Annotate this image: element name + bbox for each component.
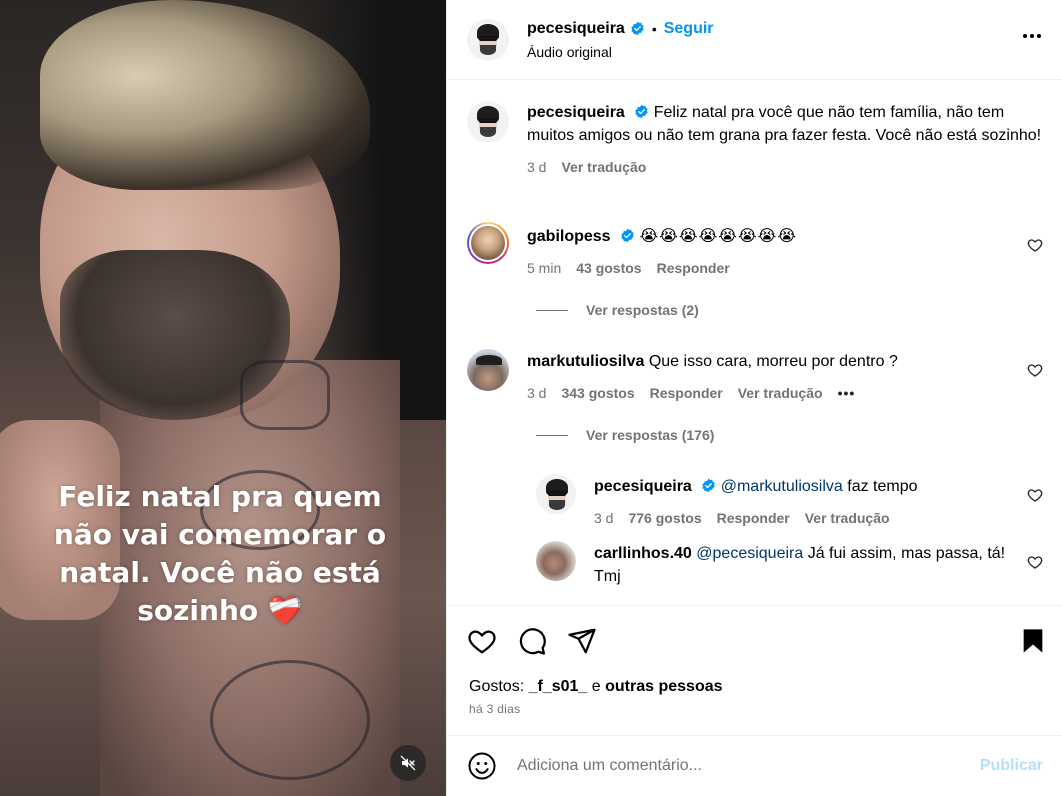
media-tattoo — [210, 660, 370, 780]
post-caption: pecesiqueira Feliz natal pra você que nã… — [467, 101, 1047, 179]
like-heart-icon[interactable] — [467, 626, 497, 656]
media-overlay-text: Feliz natal pra quem não vai comemorar o… — [40, 478, 400, 630]
reply-text: faz tempo — [847, 478, 918, 495]
avatar[interactable] — [467, 222, 509, 264]
mention-link[interactable]: @markutuliosilva — [721, 478, 843, 495]
like-heart-icon[interactable] — [1027, 487, 1043, 503]
more-options-icon[interactable] — [1018, 26, 1046, 46]
comment-item: gabilopess 😭😭😭😭😭😭😭😭 5 min 43 gostos Resp… — [467, 222, 1047, 280]
overlay-line: sozinho ❤️‍🩹 — [137, 594, 303, 627]
post-date[interactable]: há 3 dias — [469, 702, 520, 716]
comment-text: 😭😭😭😭😭😭😭😭 — [639, 228, 798, 245]
speaker-muted-icon — [400, 755, 416, 771]
separator-dot: • — [651, 20, 657, 37]
reply-username[interactable]: carllinhos.40 — [594, 545, 692, 562]
comment-more-icon[interactable]: ••• — [838, 382, 856, 405]
reply-username[interactable]: pecesiqueira — [594, 478, 692, 495]
comments-list[interactable]: pecesiqueira Feliz natal pra você que nã… — [447, 81, 1062, 605]
comment-time[interactable]: 3 d — [527, 382, 546, 405]
post-panel: pecesiqueira • Seguir Áudio original pec… — [446, 0, 1062, 796]
avatar[interactable] — [467, 101, 509, 143]
view-replies-button[interactable]: Ver respostas (176) — [536, 427, 714, 443]
share-send-icon[interactable] — [567, 626, 597, 656]
caption-username[interactable]: pecesiqueira — [527, 104, 625, 121]
bookmark-saved-icon[interactable] — [1019, 626, 1047, 656]
like-heart-icon[interactable] — [1027, 554, 1043, 570]
comment-bubble-icon[interactable] — [517, 626, 547, 656]
post-header: pecesiqueira • Seguir Áudio original — [447, 0, 1062, 80]
follow-button[interactable]: Seguir — [664, 20, 714, 38]
reply-button[interactable]: Responder — [717, 507, 790, 530]
add-comment-bar: Publicar — [447, 735, 1062, 796]
verified-badge-icon — [631, 21, 644, 36]
overlay-line: não vai comemorar o — [53, 518, 387, 551]
comment-username[interactable]: gabilopess — [527, 228, 611, 245]
comment-text: Que isso cara, morreu por dentro ? — [648, 353, 898, 370]
header-username[interactable]: pecesiqueira — [527, 20, 625, 38]
avatar[interactable] — [467, 349, 509, 391]
emoji-icon[interactable] — [467, 751, 497, 781]
like-heart-icon[interactable] — [1027, 362, 1043, 378]
likes-conj: e — [591, 678, 601, 695]
comment-item: markutuliosilva Que isso cara, morreu po… — [467, 349, 1047, 405]
verified-badge-icon — [635, 104, 648, 119]
reply-likes[interactable]: 776 gostos — [628, 507, 701, 530]
likes-user[interactable]: _f_s01_ — [529, 678, 588, 695]
view-replies-button[interactable]: Ver respostas (2) — [536, 302, 699, 318]
verified-badge-icon — [702, 478, 715, 493]
avatar[interactable] — [467, 18, 509, 61]
caption-time[interactable]: 3 d — [527, 156, 546, 179]
likes-prefix: Gostos: — [469, 678, 525, 695]
overlay-line: natal. Você não está — [59, 556, 381, 589]
likes-summary[interactable]: Gostos: _f_s01_ e outras pessoas — [469, 678, 723, 696]
publish-button[interactable]: Publicar — [980, 757, 1043, 775]
avatar[interactable] — [536, 474, 576, 514]
reply-item: carllinhos.40 @pecesiqueira Já fui assim… — [536, 541, 1047, 588]
avatar[interactable] — [536, 541, 576, 581]
reply-time[interactable]: 3 d — [594, 507, 613, 530]
comment-likes[interactable]: 43 gostos — [576, 257, 641, 280]
likes-others[interactable]: outras pessoas — [605, 678, 722, 695]
post-actions: Gostos: _f_s01_ e outras pessoas há 3 di… — [447, 605, 1062, 735]
media-tattoo — [240, 360, 330, 430]
reply-button[interactable]: Responder — [650, 382, 723, 405]
comment-time[interactable]: 5 min — [527, 257, 561, 280]
translate-link[interactable]: Ver tradução — [561, 156, 646, 179]
like-heart-icon[interactable] — [1027, 237, 1043, 253]
mention-link[interactable]: @pecesiqueira — [696, 545, 803, 562]
mute-button[interactable] — [390, 745, 426, 781]
translate-link[interactable]: Ver tradução — [805, 507, 890, 530]
reply-item: pecesiqueira @markutuliosilva faz tempo … — [536, 474, 1047, 530]
overlay-line: Feliz natal pra quem — [58, 480, 382, 513]
audio-link[interactable]: Áudio original — [527, 44, 714, 60]
comment-likes[interactable]: 343 gostos — [561, 382, 634, 405]
reply-button[interactable]: Responder — [657, 257, 730, 280]
post-media[interactable]: Feliz natal pra quem não vai comemorar o… — [0, 0, 446, 796]
comment-input[interactable] — [517, 757, 980, 775]
verified-badge-icon — [621, 228, 634, 243]
translate-link[interactable]: Ver tradução — [738, 382, 823, 405]
comment-username[interactable]: markutuliosilva — [527, 353, 644, 370]
